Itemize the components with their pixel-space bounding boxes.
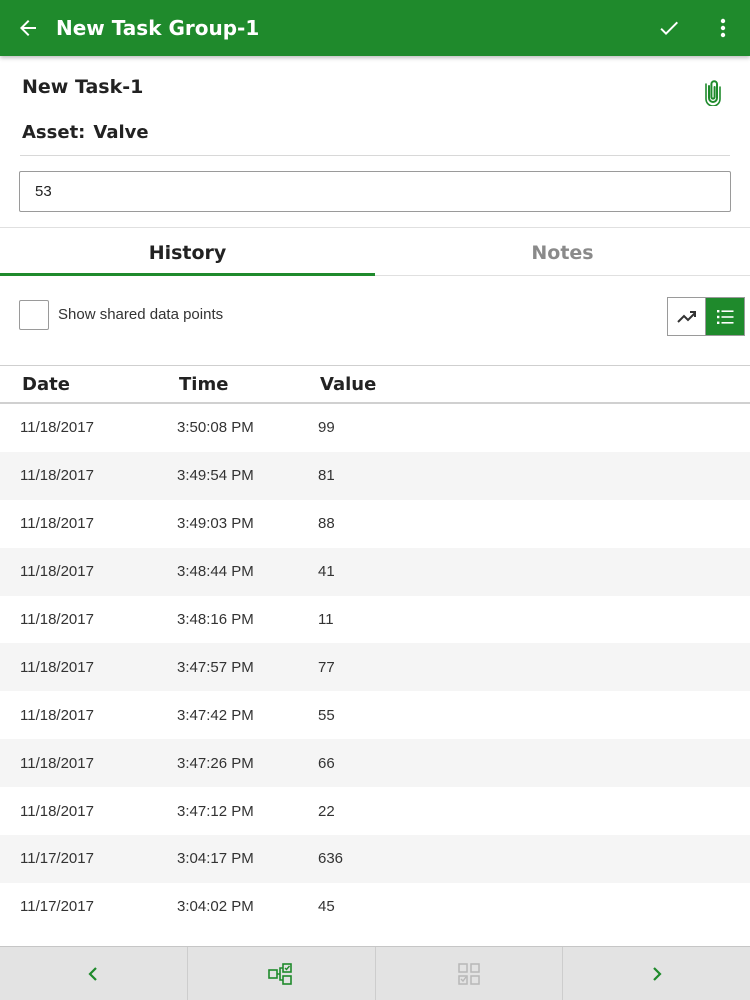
task-name: New Task-1: [22, 76, 144, 98]
next-button[interactable]: [563, 947, 750, 1000]
table-body: 11/18/2017 3:50:08 PM 99 11/18/2017 3:49:54 …: [0, 404, 750, 931]
table-row[interactable]: 11/18/2017 3:50:08 PM 99: [0, 404, 750, 452]
cell-time: 3:48:16 PM: [177, 611, 254, 628]
cell-value: 45: [318, 898, 335, 916]
cell-value: 66: [318, 754, 335, 772]
app-title: New Task Group-1: [56, 16, 260, 40]
more-options-button[interactable]: [696, 0, 750, 56]
asset-row: Asset: Valve: [22, 122, 149, 143]
previous-button[interactable]: [0, 947, 188, 1000]
header-date[interactable]: Date: [22, 374, 70, 395]
tab-history[interactable]: History: [0, 230, 375, 276]
cell-date: 11/18/2017: [20, 754, 94, 772]
asset-label: Asset:: [22, 122, 86, 143]
more-vertical-icon: [720, 18, 726, 38]
chevron-left-icon: [88, 966, 98, 981]
cell-value: 41: [318, 563, 335, 581]
active-tab-indicator: [0, 273, 375, 276]
cell-value: 77: [318, 658, 335, 676]
cell-date: 11/18/2017: [20, 467, 94, 485]
table-row[interactable]: 11/18/2017 3:47:42 PM 55: [0, 691, 750, 739]
confirm-button[interactable]: [642, 0, 696, 56]
cell-date: 11/18/2017: [20, 563, 94, 581]
cell-time: 3:50:08 PM: [177, 419, 254, 437]
cell-date: 11/18/2017: [20, 611, 94, 628]
cell-time: 3:47:57 PM: [177, 658, 254, 676]
header-divider: [20, 155, 730, 156]
cell-date: 11/17/2017: [20, 850, 94, 868]
cell-value: 81: [318, 467, 335, 485]
attachment-button[interactable]: [700, 78, 726, 107]
task-checklist-button[interactable]: [376, 947, 564, 1000]
table-row[interactable]: 11/18/2017 3:47:26 PM 66: [0, 739, 750, 788]
task-checklist-icon: [458, 962, 480, 985]
table-row[interactable]: 11/17/2017 3:04:02 PM 45: [0, 883, 750, 931]
cell-date: 11/18/2017: [20, 802, 94, 820]
cell-time: 3:04:17 PM: [177, 850, 254, 868]
cell-value: 99: [318, 419, 335, 437]
list-view-button[interactable]: [706, 298, 744, 335]
asset-value: Valve: [93, 122, 149, 143]
cell-time: 3:04:02 PM: [177, 898, 254, 916]
table-row[interactable]: 11/17/2017 3:04:17 PM 636: [0, 835, 750, 883]
show-shared-label[interactable]: Show shared data points: [58, 306, 223, 323]
cell-time: 3:47:12 PM: [177, 802, 254, 820]
table-row[interactable]: 11/18/2017 3:49:54 PM 81: [0, 451, 750, 500]
cell-time: 3:49:54 PM: [177, 467, 254, 485]
section-divider: [0, 227, 750, 228]
back-button[interactable]: [0, 0, 56, 56]
history-table: Date Time Value 11/18/2017 3:50:08 PM 99 11…: [0, 365, 750, 931]
bottom-nav-bar: [0, 946, 750, 1000]
table-header: Date Time Value: [0, 365, 750, 404]
tabs-divider: [375, 275, 750, 276]
cell-value: 55: [318, 706, 335, 724]
value-input[interactable]: [19, 171, 731, 212]
table-row[interactable]: 11/18/2017 3:47:12 PM 22: [0, 787, 750, 835]
cell-date: 11/17/2017: [20, 898, 94, 916]
task-tree-button[interactable]: [188, 947, 376, 1000]
task-tree-icon: [268, 962, 292, 985]
tab-notes[interactable]: Notes: [375, 230, 750, 276]
cell-time: 3:49:03 PM: [177, 515, 254, 533]
table-row[interactable]: 11/18/2017 3:47:57 PM 77: [0, 643, 750, 692]
cell-date: 11/18/2017: [20, 515, 94, 533]
cell-time: 3:48:44 PM: [177, 563, 254, 581]
list-icon: [717, 309, 734, 324]
cell-value: 22: [318, 802, 335, 820]
paperclip-icon: [705, 80, 721, 107]
app-bar: New Task Group-1: [0, 0, 750, 56]
header-time[interactable]: Time: [179, 374, 228, 395]
cell-time: 3:47:42 PM: [177, 706, 254, 724]
view-toggle: [667, 297, 745, 336]
chart-view-button[interactable]: [668, 298, 706, 335]
cell-value: 88: [318, 515, 335, 533]
trending-up-icon: [676, 310, 696, 323]
cell-time: 3:47:26 PM: [177, 754, 254, 772]
arrow-left-icon: [20, 20, 36, 36]
cell-value: 636: [318, 850, 344, 868]
cell-value: 11: [318, 611, 334, 628]
table-row[interactable]: 11/18/2017 3:49:03 PM 88: [0, 500, 750, 548]
chevron-right-icon: [652, 966, 662, 981]
table-row[interactable]: 11/18/2017 3:48:16 PM 11: [0, 596, 750, 644]
show-shared-checkbox[interactable]: [19, 300, 49, 330]
cell-date: 11/18/2017: [20, 706, 94, 724]
checkmark-icon: [660, 21, 678, 35]
header-value[interactable]: Value: [320, 374, 376, 395]
cell-date: 11/18/2017: [20, 419, 94, 437]
cell-date: 11/18/2017: [20, 658, 94, 676]
table-row[interactable]: 11/18/2017 3:48:44 PM 41: [0, 547, 750, 596]
